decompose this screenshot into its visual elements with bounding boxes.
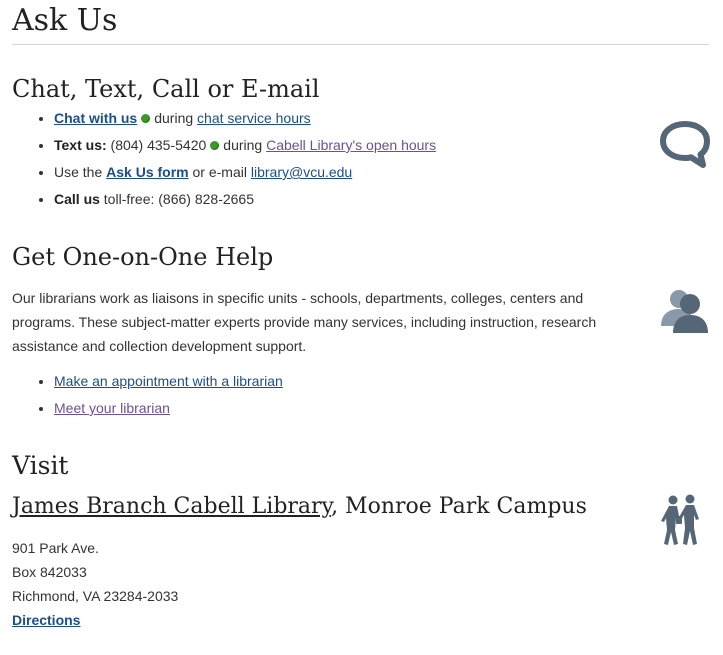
meet-librarian-link[interactable]: Meet your librarian [54,400,170,416]
list-item-meet: Meet your librarian [54,395,283,422]
list-item-call: Call us toll-free: (866) 828-2665 [54,186,436,213]
library-heading: James Branch Cabell Library, Monroe Park… [12,494,587,519]
page-title: Ask Us [12,3,118,38]
contact-options-list: Chat with usduring chat service hours Te… [12,105,436,213]
list-item-appointment: Make an appointment with a librarian [54,368,283,395]
ask-us-form-link[interactable]: Ask Us form [106,164,188,180]
help-description: Our librarians work as liaisons in speci… [12,290,597,354]
call-number: toll-free: (866) 828-2665 [103,191,254,207]
page: Ask Us Chat, Text, Call or E-mail Chat w… [0,0,723,655]
text-status-indicator [210,141,220,150]
directions-link[interactable]: Directions [12,612,80,628]
library-address: 901 Park Ave. Box 842033 Richmond, VA 23… [12,536,178,632]
help-links-list: Make an appointment with a librarian Mee… [12,368,283,422]
list-item-chat: Chat with usduring chat service hours [54,105,436,132]
chat-link[interactable]: Chat with us [54,110,137,126]
email-link[interactable]: library@vcu.edu [251,164,352,180]
title-divider [12,44,709,45]
library-link[interactable]: James Branch Cabell Library [12,494,331,519]
address-line: 901 Park Ave. [12,540,99,556]
appointment-link[interactable]: Make an appointment with a librarian [54,373,283,389]
open-hours-link[interactable]: Cabell Library's open hours [266,137,436,153]
address-line: Richmond, VA 23284-2033 [12,588,179,604]
text-number: (804) 435-5420 [110,137,207,153]
text-label: Text us: [54,137,107,153]
list-item-form: Use the Ask Us form or e-mail library@vc… [54,159,436,186]
call-label: Call us [54,191,100,207]
people-icon [660,288,710,337]
address-line: Box 842033 [12,564,87,580]
visit-section-heading: Visit [12,451,69,480]
list-item-text: Text us: (804) 435-5420during Cabell Lib… [54,132,436,159]
pedestrians-icon [660,494,704,549]
help-section-heading: Get One-on-One Help [12,243,274,271]
chat-bubble-icon [660,120,710,171]
chat-hours-link[interactable]: chat service hours [197,110,311,126]
chat-section-heading: Chat, Text, Call or E-mail [12,75,320,103]
chat-status-indicator [141,114,151,123]
